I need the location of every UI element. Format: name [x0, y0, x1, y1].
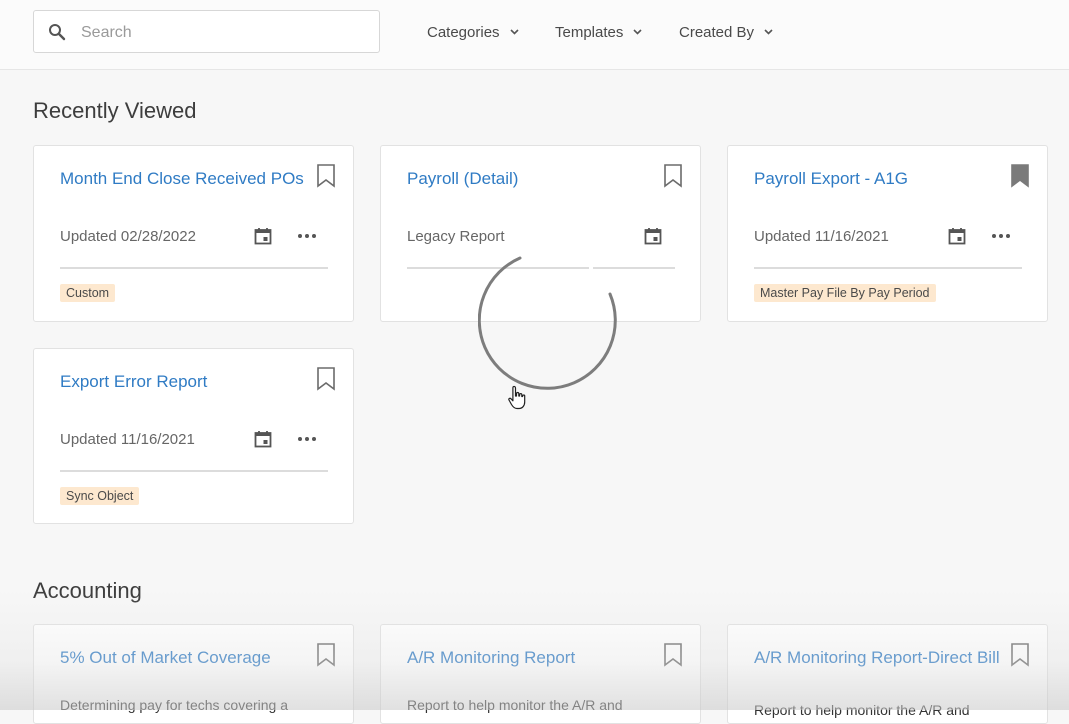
categories-filter[interactable]: Categories	[427, 21, 519, 43]
search-icon	[49, 24, 66, 41]
category-tag: Master Pay File By Pay Period	[754, 284, 936, 302]
top-bar: Categories Templates Created By	[0, 0, 1069, 70]
card-updated-date: Updated 02/28/2022	[60, 228, 196, 245]
card-updated-date: Updated 11/16/2021	[60, 431, 195, 448]
report-card[interactable]: A/R Monitoring Report Report to help mon…	[380, 624, 701, 724]
report-card[interactable]: 5% Out of Market Coverage Determining pa…	[33, 624, 354, 724]
category-tag: Sync Object	[60, 487, 140, 505]
bookmark-icon[interactable]	[316, 367, 336, 391]
divider	[60, 470, 328, 472]
bookmark-icon[interactable]	[663, 164, 683, 188]
card-title[interactable]: Export Error Report	[60, 369, 310, 394]
category-tag: Custom	[60, 284, 116, 302]
more-icon[interactable]	[991, 229, 1011, 243]
created-by-filter[interactable]: Created By	[679, 21, 773, 43]
chevron-down-icon	[509, 29, 519, 35]
bookmark-icon[interactable]	[316, 164, 336, 188]
divider	[754, 267, 1022, 269]
calendar-icon[interactable]	[254, 227, 272, 245]
bookmark-icon[interactable]	[663, 643, 683, 667]
search-input[interactable]	[79, 17, 373, 49]
card-updated-date: Updated 11/16/2021	[754, 228, 889, 245]
card-description: Report to help monitor the A/R and	[754, 702, 970, 718]
card-description: Determining pay for techs covering a	[60, 697, 288, 713]
bookmark-filled-icon[interactable]	[1010, 164, 1030, 188]
search-box[interactable]	[33, 10, 380, 53]
card-title[interactable]: A/R Monitoring Report-Direct Bill	[754, 645, 1004, 670]
card-report-type: Legacy Report	[407, 228, 505, 245]
created-by-filter-label: Created By	[679, 23, 755, 41]
more-icon[interactable]	[297, 229, 317, 243]
calendar-icon[interactable]	[948, 227, 966, 245]
calendar-icon[interactable]	[254, 430, 272, 448]
templates-filter[interactable]: Templates	[555, 21, 642, 43]
divider	[60, 267, 328, 269]
calendar-icon[interactable]	[644, 227, 662, 245]
hand-cursor-icon	[508, 385, 526, 410]
report-card[interactable]: A/R Monitoring Report-Direct Bill Report…	[727, 624, 1048, 724]
recently-viewed-heading: Recently Viewed	[33, 98, 197, 123]
report-card[interactable]: Payroll Export - A1G Updated 11/16/2021 …	[727, 145, 1048, 322]
report-card[interactable]: Export Error Report Updated 11/16/2021 S…	[33, 348, 354, 524]
templates-filter-label: Templates	[555, 23, 624, 41]
card-title[interactable]: 5% Out of Market Coverage	[60, 645, 310, 670]
card-title[interactable]: Payroll Export - A1G	[754, 166, 1004, 191]
report-card[interactable]: Month End Close Received POs Updated 02/…	[33, 145, 354, 322]
categories-filter-label: Categories	[427, 23, 500, 41]
accounting-heading: Accounting	[33, 578, 142, 603]
chevron-down-icon	[633, 29, 642, 35]
more-icon[interactable]	[297, 432, 317, 446]
card-title[interactable]: A/R Monitoring Report	[407, 645, 657, 670]
bookmark-icon[interactable]	[1010, 643, 1030, 667]
card-title[interactable]: Payroll (Detail)	[407, 166, 657, 191]
loading-spinner	[478, 256, 617, 390]
card-title[interactable]: Month End Close Received POs	[60, 166, 320, 191]
card-description: Report to help monitor the A/R and	[407, 697, 623, 713]
chevron-down-icon	[764, 29, 773, 35]
bookmark-icon[interactable]	[316, 643, 336, 667]
